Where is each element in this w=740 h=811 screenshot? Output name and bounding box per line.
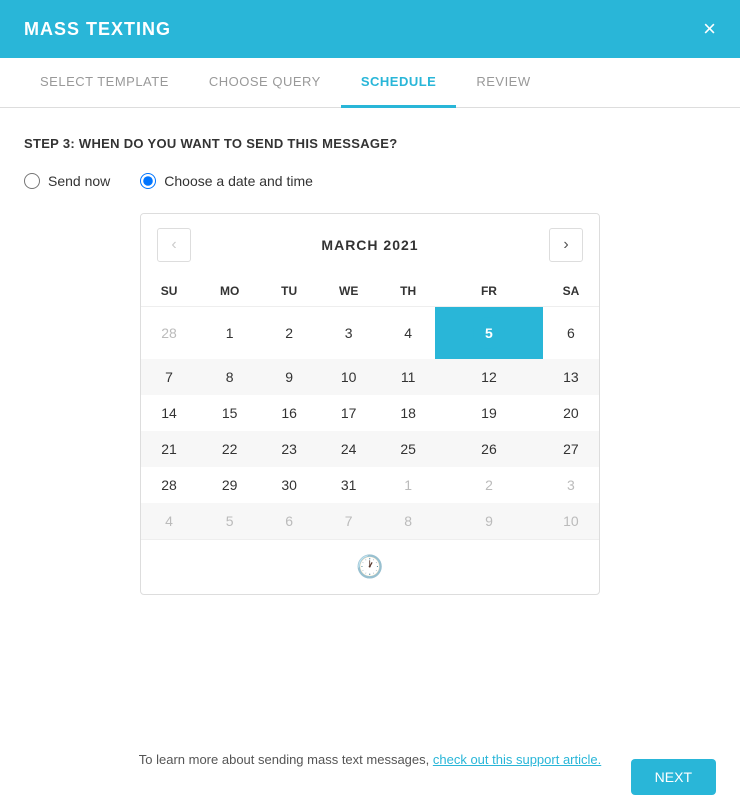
calendar-day-cell[interactable]: 28 <box>141 467 197 503</box>
calendar-day-cell[interactable]: 24 <box>316 431 381 467</box>
calendar-day-cell[interactable]: 31 <box>316 467 381 503</box>
choose-date-text: Choose a date and time <box>164 173 313 189</box>
calendar-day-cell[interactable]: 9 <box>262 359 316 395</box>
calendar-week-row: 28293031123 <box>141 467 599 503</box>
calendar-day-cell[interactable]: 22 <box>197 431 262 467</box>
step-title: STEP 3: WHEN DO YOU WANT TO SEND THIS ME… <box>24 136 716 151</box>
weekday-mo: MO <box>197 276 262 307</box>
send-now-radio[interactable] <box>24 173 40 189</box>
radio-group: Send now Choose a date and time <box>24 173 716 189</box>
calendar-day-cell[interactable]: 6 <box>543 307 599 360</box>
calendar-day-cell[interactable]: 18 <box>381 395 435 431</box>
send-now-label[interactable]: Send now <box>24 173 110 189</box>
calendar-day-cell[interactable]: 21 <box>141 431 197 467</box>
calendar-week-row: 281234 5 6 <box>141 307 599 360</box>
close-button[interactable]: × <box>703 18 716 40</box>
calendar-prev-button[interactable]: ‹ <box>157 228 191 262</box>
calendar-day-cell[interactable]: 26 <box>435 431 543 467</box>
calendar-day-cell[interactable]: 17 <box>316 395 381 431</box>
calendar-day-cell[interactable]: 2 <box>262 307 316 360</box>
modal-body: STEP 3: WHEN DO YOU WANT TO SEND THIS ME… <box>0 108 740 811</box>
calendar-week-row: 45678910 <box>141 503 599 539</box>
tab-select-template[interactable]: SELECT TEMPLATE <box>20 58 189 108</box>
calendar-day-cell[interactable]: 12 <box>435 359 543 395</box>
clock-icon[interactable]: 🕐 <box>356 554 383 580</box>
calendar-day-cell[interactable]: 10 <box>316 359 381 395</box>
tab-review[interactable]: REVIEW <box>456 58 550 108</box>
calendar-day-cell[interactable]: 4 <box>141 503 197 539</box>
weekday-tu: TU <box>262 276 316 307</box>
calendar-day-cell[interactable]: 15 <box>197 395 262 431</box>
calendar-day-cell[interactable]: 3 <box>316 307 381 360</box>
tab-schedule[interactable]: SCHEDULE <box>341 58 457 108</box>
calendar-day-cell[interactable]: 2 <box>435 467 543 503</box>
choose-date-radio[interactable] <box>140 173 156 189</box>
calendar-week-row: 14151617181920 <box>141 395 599 431</box>
selected-day: 5 <box>473 317 505 349</box>
calendar-day-cell[interactable]: 1 <box>197 307 262 360</box>
tab-choose-query[interactable]: CHOOSE QUERY <box>189 58 341 108</box>
weekday-th: TH <box>381 276 435 307</box>
weekday-sa: SA <box>543 276 599 307</box>
modal-title: MASS TEXTING <box>24 19 171 40</box>
calendar-day-cell[interactable]: 20 <box>543 395 599 431</box>
calendar-day-cell[interactable]: 5 <box>197 503 262 539</box>
footer-text: To learn more about sending mass text me… <box>24 732 716 783</box>
calendar-next-button[interactable]: › <box>549 228 583 262</box>
calendar-day-cell[interactable]: 9 <box>435 503 543 539</box>
calendar-day-cell[interactable]: 1 <box>381 467 435 503</box>
modal: MASS TEXTING × SELECT TEMPLATE CHOOSE QU… <box>0 0 740 811</box>
calendar-month-year: MARCH 2021 <box>321 237 418 253</box>
time-icon-row: 🕐 <box>141 539 599 594</box>
calendar-day-cell[interactable]: 6 <box>262 503 316 539</box>
calendar-day-cell[interactable]: 25 <box>381 431 435 467</box>
calendar-day-cell[interactable]: 27 <box>543 431 599 467</box>
calendar-weekday-header-row: SU MO TU WE TH FR SA <box>141 276 599 307</box>
weekday-su: SU <box>141 276 197 307</box>
calendar-day-cell[interactable]: 8 <box>197 359 262 395</box>
next-button[interactable]: NEXT <box>631 759 716 795</box>
weekday-fr: FR <box>435 276 543 307</box>
tab-bar: SELECT TEMPLATE CHOOSE QUERY SCHEDULE RE… <box>0 58 740 108</box>
calendar-day-cell[interactable]: 23 <box>262 431 316 467</box>
calendar: ‹ MARCH 2021 › SU MO TU WE TH FR SA <box>140 213 600 595</box>
weekday-we: WE <box>316 276 381 307</box>
calendar-day-cell[interactable]: 16 <box>262 395 316 431</box>
calendar-week-row: 78910111213 <box>141 359 599 395</box>
calendar-day-cell[interactable]: 13 <box>543 359 599 395</box>
support-article-link[interactable]: check out this support article. <box>433 752 601 767</box>
calendar-day-cell[interactable]: 5 <box>435 307 543 360</box>
send-now-text: Send now <box>48 173 110 189</box>
calendar-header: ‹ MARCH 2021 › <box>141 214 599 276</box>
choose-date-label[interactable]: Choose a date and time <box>140 173 313 189</box>
calendar-week-row: 21222324252627 <box>141 431 599 467</box>
calendar-day-cell[interactable]: 8 <box>381 503 435 539</box>
calendar-day-cell[interactable]: 4 <box>381 307 435 360</box>
calendar-day-cell[interactable]: 3 <box>543 467 599 503</box>
calendar-grid: SU MO TU WE TH FR SA 2812345678910111213… <box>141 276 599 539</box>
calendar-day-cell[interactable]: 19 <box>435 395 543 431</box>
calendar-day-cell[interactable]: 10 <box>543 503 599 539</box>
calendar-day-cell[interactable]: 7 <box>316 503 381 539</box>
calendar-day-cell[interactable]: 7 <box>141 359 197 395</box>
footer-static-text: To learn more about sending mass text me… <box>139 752 429 767</box>
calendar-day-cell[interactable]: 30 <box>262 467 316 503</box>
calendar-day-cell[interactable]: 14 <box>141 395 197 431</box>
calendar-day-cell[interactable]: 29 <box>197 467 262 503</box>
calendar-day-cell[interactable]: 11 <box>381 359 435 395</box>
modal-header: MASS TEXTING × <box>0 0 740 58</box>
calendar-day-cell[interactable]: 28 <box>141 307 197 360</box>
